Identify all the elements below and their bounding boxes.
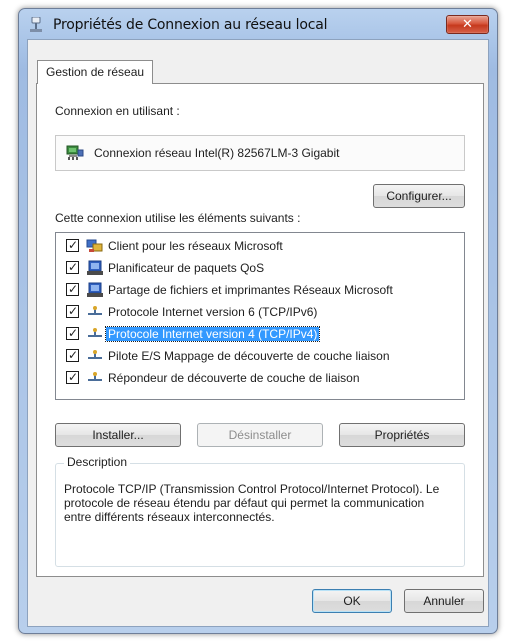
list-item[interactable]: ✓ Répondeur de découverte de couche de l… [56,367,464,389]
cancel-button[interactable]: Annuler [404,589,484,613]
checkbox[interactable]: ✓ [66,348,79,362]
item-label: Répondeur de découverte de couche de lia… [108,371,360,385]
list-item[interactable]: ✓ Protocole Internet version 6 (TCP/IPv6… [56,301,464,323]
tab-network[interactable]: Gestion de réseau [37,60,154,84]
adapter-field: Connexion réseau Intel(R) 82567LM-3 Giga… [55,135,465,171]
check-icon: ✓ [68,282,79,296]
list-item[interactable]: ✓ Client pour les réseaux Microsoft [56,235,464,257]
checkbox[interactable]: ✓ [66,304,79,318]
network-adapter-icon [66,145,84,160]
checkbox[interactable]: ✓ [66,326,79,340]
checkbox[interactable]: ✓ [66,370,79,384]
service-icon [87,260,103,275]
description-legend: Description [64,455,131,469]
checkbox[interactable]: ✓ [66,238,79,252]
description-group: Description Protocole TCP/IP (Transmissi… [55,455,465,567]
list-item[interactable]: ✓ Partage de fichiers et imprimantes Rés… [56,279,464,301]
tab-panel: Connexion en utilisant : Connexion résea… [36,83,484,577]
checkbox[interactable]: ✓ [66,260,79,274]
protocol-icon [88,328,102,337]
protocol-icon [88,306,102,315]
service-icon [87,282,103,297]
components-label: Cette connexion utilise les éléments sui… [55,211,301,225]
adapter-name: Connexion réseau Intel(R) 82567LM-3 Giga… [94,146,340,160]
configure-button[interactable]: Configurer... [373,184,465,208]
close-icon: ✕ [462,16,473,31]
network-title-icon [30,17,42,32]
check-icon: ✓ [68,348,79,362]
list-item[interactable]: ✓ Planificateur de paquets QoS [56,257,464,279]
check-icon: ✓ [68,370,79,384]
window-title: Propriétés de Connexion au réseau local [53,17,328,33]
item-label: Planificateur de paquets QoS [108,261,265,275]
check-icon: ✓ [68,326,79,340]
item-label: Pilote E/S Mappage de découverte de couc… [108,349,390,363]
protocol-icon [88,372,102,381]
checkbox[interactable]: ✓ [66,282,79,296]
network-client-icon [86,239,103,252]
title-bar[interactable]: Propriétés de Connexion au réseau local … [19,9,497,39]
list-item-selected[interactable]: ✓ Protocole Internet version 4 (TCP/IPv4… [56,323,464,345]
close-button[interactable]: ✕ [446,15,489,34]
description-text: Protocole TCP/IP (Transmission Control P… [64,482,440,524]
item-label: Client pour les réseaux Microsoft [108,239,283,253]
check-icon: ✓ [68,304,79,318]
item-label: Protocole Internet version 6 (TCP/IPv6) [108,305,318,319]
connect-using-label: Connexion en utilisant : [55,104,180,118]
check-icon: ✓ [68,238,79,252]
item-label: Partage de fichiers et imprimantes Résea… [108,283,393,297]
ok-button[interactable]: OK [312,589,392,613]
properties-window: Propriétés de Connexion au réseau local … [18,8,498,634]
check-icon: ✓ [68,260,79,274]
list-item[interactable]: ✓ Pilote E/S Mappage de découverte de co… [56,345,464,367]
item-label: Protocole Internet version 4 (TCP/IPv4) [104,326,321,342]
properties-button[interactable]: Propriétés [339,423,465,447]
uninstall-button[interactable]: Désinstaller [197,423,323,447]
dialog-body: Gestion de réseau Connexion en utilisant… [27,39,489,627]
components-list[interactable]: ✓ Client pour les réseaux Microsoft ✓ Pl… [55,232,465,400]
protocol-icon [88,350,102,359]
install-button[interactable]: Installer... [55,423,181,447]
